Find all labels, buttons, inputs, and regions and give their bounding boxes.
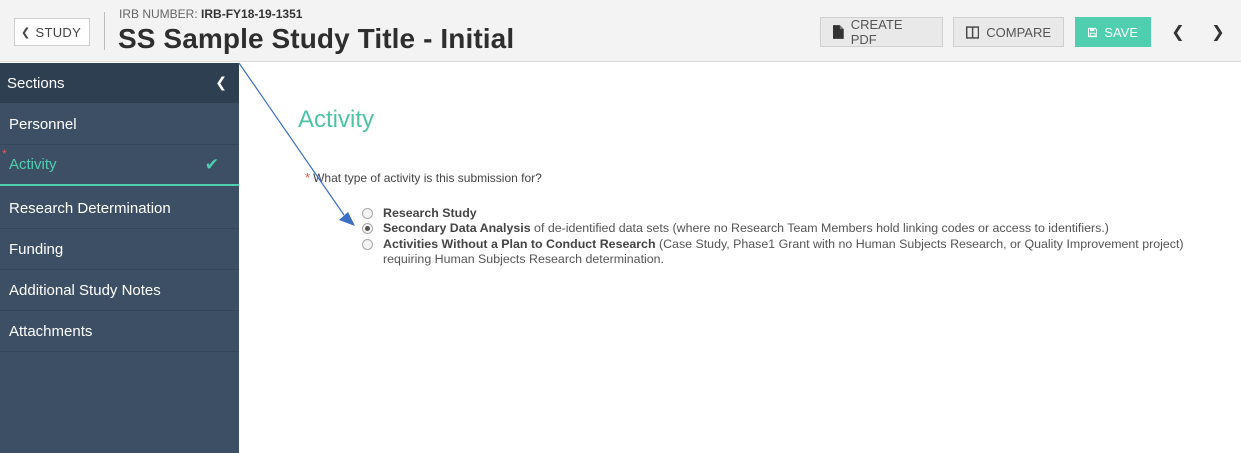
chevron-left-icon: ❮ bbox=[21, 26, 31, 39]
option-bold: Secondary Data Analysis bbox=[383, 221, 531, 235]
option-bold: Activities Without a Plan to Conduct Res… bbox=[383, 237, 656, 251]
study-title: SS Sample Study Title - Initial bbox=[118, 23, 515, 54]
header-divider bbox=[104, 12, 105, 50]
radio-button-selected[interactable] bbox=[362, 223, 373, 234]
next-button[interactable]: ❯ bbox=[1202, 17, 1234, 47]
option-rest: of de-identified data sets (where no Res… bbox=[530, 221, 1109, 235]
floppy-disk-icon bbox=[1088, 27, 1098, 37]
save-label: SAVE bbox=[1104, 24, 1138, 40]
radio-button[interactable] bbox=[362, 239, 373, 250]
create-pdf-label: CREATE PDF bbox=[850, 17, 903, 47]
option-label: Secondary Data Analysis of de-identified… bbox=[383, 221, 1109, 236]
option-label: Activities Without a Plan to Conduct Res… bbox=[383, 237, 1192, 267]
sidebar-item-label: Research Determination bbox=[9, 199, 171, 217]
irb-value: IRB-FY18-19-1351 bbox=[201, 7, 303, 21]
sidebar-item-label: Activity bbox=[9, 156, 57, 173]
sidebar-item-additional-study-notes[interactable]: Additional Study Notes bbox=[0, 270, 239, 311]
save-button[interactable]: SAVE bbox=[1075, 17, 1151, 47]
sidebar-item-attachments[interactable]: Attachments bbox=[0, 311, 239, 352]
activity-question: * What type of activity is this submissio… bbox=[305, 170, 542, 185]
section-title: Activity bbox=[298, 106, 375, 133]
collapse-sidebar-icon[interactable]: ❮ bbox=[215, 74, 227, 91]
back-button-label: STUDY bbox=[35, 24, 82, 40]
sidebar-item-personnel[interactable]: Personnel bbox=[0, 104, 239, 145]
back-to-study-button[interactable]: ❮ STUDY bbox=[14, 18, 91, 46]
sections-header: Sections ❮ bbox=[0, 63, 239, 103]
sidebar-item-label: Attachments bbox=[9, 322, 93, 340]
chevron-right-icon: ❯ bbox=[1211, 24, 1225, 41]
compare-label: COMPARE bbox=[986, 24, 1051, 40]
activity-option-research-study[interactable]: Research Study bbox=[362, 206, 477, 221]
create-pdf-button[interactable]: CREATE PDF bbox=[820, 17, 943, 47]
previous-button[interactable]: ❮ bbox=[1162, 17, 1194, 47]
radio-button[interactable] bbox=[362, 208, 373, 219]
sections-header-label: Sections bbox=[7, 74, 65, 92]
sidebar-item-label: Additional Study Notes bbox=[9, 281, 161, 299]
sidebar-item-label: Funding bbox=[9, 240, 64, 258]
sidebar-item-research-determination[interactable]: Research Determination bbox=[0, 188, 239, 229]
checkmark-icon: ✔ bbox=[204, 155, 219, 174]
activity-option-secondary-data-analysis[interactable]: Secondary Data Analysis of de-identified… bbox=[362, 221, 1109, 236]
required-marker: * bbox=[2, 147, 7, 161]
top-header: ❮ STUDY IRB NUMBER: IRB-FY18-19-1351 SS … bbox=[0, 0, 1241, 62]
compare-button[interactable]: COMPARE bbox=[953, 17, 1064, 47]
document-icon bbox=[833, 25, 844, 39]
sidebar-item-funding[interactable]: Funding bbox=[0, 229, 239, 270]
chevron-left-icon: ❮ bbox=[1171, 24, 1185, 41]
sidebar-item-activity[interactable]: * Activity ✔ bbox=[0, 145, 239, 186]
option-label: Research Study bbox=[383, 206, 477, 221]
sections-sidebar: Sections ❮ Personnel * Activity ✔ Resear… bbox=[0, 63, 239, 453]
sidebar-item-label: Personnel bbox=[9, 115, 77, 133]
activity-option-activities-without-plan[interactable]: Activities Without a Plan to Conduct Res… bbox=[362, 237, 1192, 267]
irb-number: IRB NUMBER: IRB-FY18-19-1351 bbox=[119, 7, 302, 21]
required-marker: * bbox=[305, 170, 311, 185]
option-bold: Research Study bbox=[383, 206, 477, 220]
question-text: What type of activity is this submission… bbox=[313, 171, 542, 185]
columns-icon bbox=[966, 25, 980, 39]
irb-label: IRB NUMBER: bbox=[119, 7, 198, 21]
